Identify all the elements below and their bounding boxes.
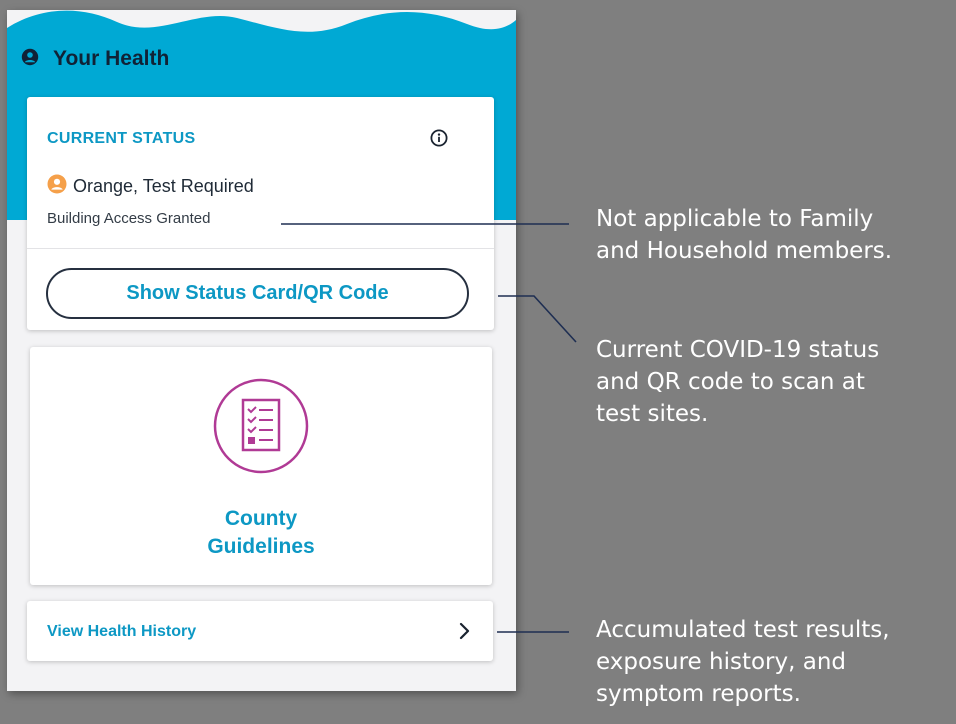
annotation-line: symptom reports. [596, 681, 801, 707]
annotation-line: test sites. [596, 401, 709, 427]
annotation-line: Not applicable to Family [596, 206, 874, 232]
annotation-line: Current COVID-19 status [596, 337, 880, 363]
annotation-status-note: Current COVID-19 status and QR code to s… [596, 334, 956, 430]
annotation-line: Accumulated test results, [596, 617, 890, 643]
annotation-family-note: Not applicable to Family and Household m… [596, 203, 956, 267]
annotation-line: and Household members. [596, 238, 893, 264]
annotation-line: and QR code to scan at [596, 369, 865, 395]
annotation-history-note: Accumulated test results, exposure histo… [596, 614, 956, 710]
annotation-line: exposure history, and [596, 649, 847, 675]
